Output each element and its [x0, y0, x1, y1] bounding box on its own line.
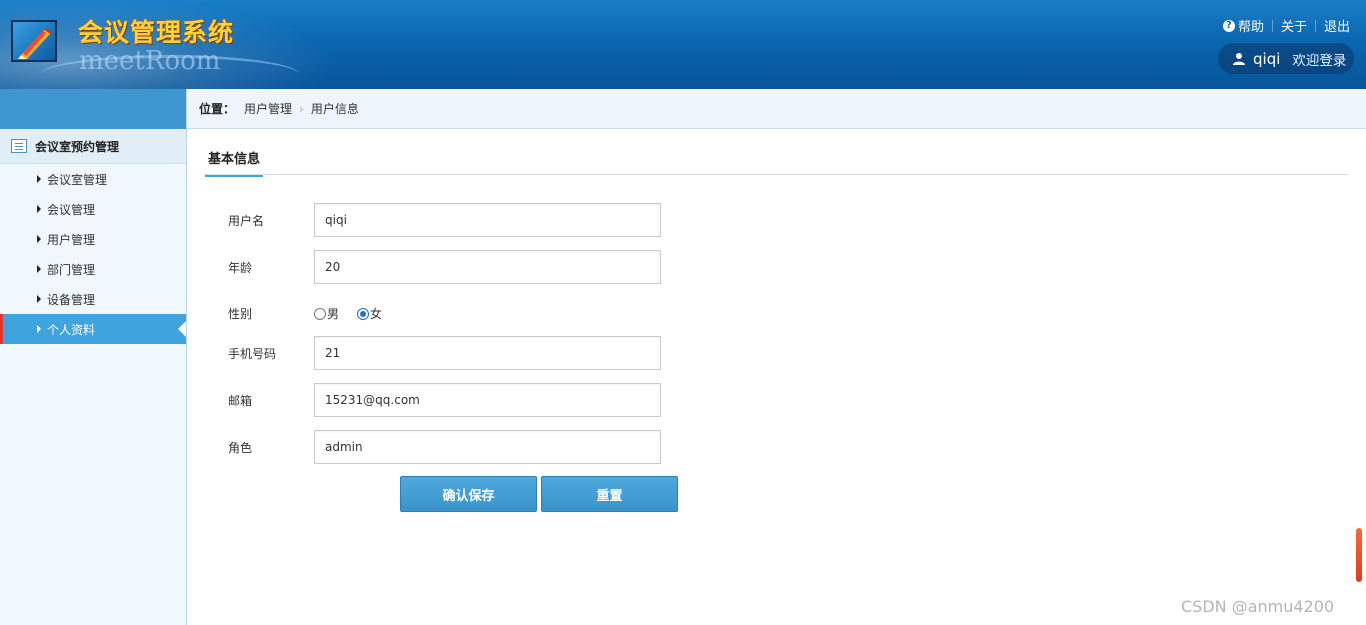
divider [1314, 19, 1316, 32]
caret-right-icon [37, 235, 41, 243]
phone-label: 手机号码 [228, 346, 277, 361]
save-button[interactable]: 确认保存 [400, 476, 537, 512]
age-input[interactable] [314, 250, 661, 284]
username-input[interactable] [314, 203, 661, 237]
sidebar-item-label: 部门管理 [47, 262, 96, 277]
sidebar-item-label: 会议室管理 [47, 172, 108, 187]
form-row-age: 年龄 [228, 250, 661, 284]
scroll-indicator[interactable] [1356, 528, 1362, 582]
main-content: 基本信息 用户名 年龄 性别 男 女 手机号码 邮箱 角色 确认保存 重置 [187, 129, 1366, 625]
form-row-gender: 性别 男 女 [228, 305, 382, 322]
sidebar-item-user-management[interactable]: 用户管理 [0, 224, 186, 254]
username-label: 用户名 [228, 213, 265, 228]
sidebar: 会议室预约管理 会议室管理 会议管理 用户管理 部门管理 设备管理 个人资料 [0, 89, 187, 625]
divider [205, 174, 1349, 175]
gender-label: 性别 [228, 307, 253, 321]
top-links: ? 帮助 关于 退出 [1222, 16, 1350, 35]
role-input[interactable] [314, 430, 661, 464]
sidebar-item-profile[interactable]: 个人资料 [0, 314, 186, 344]
welcome-text: 欢迎登录 [1292, 52, 1347, 69]
gender-option-label: 男 [327, 307, 340, 321]
gender-radio-group: 男 女 [314, 305, 382, 322]
gender-option-label: 女 [370, 307, 383, 321]
user-badge: qiqi 欢迎登录 [1218, 43, 1354, 74]
user-icon [1233, 52, 1245, 65]
caret-right-icon [37, 325, 41, 333]
sidebar-item-label: 用户管理 [47, 232, 96, 247]
breadcrumb-separator: › [299, 101, 304, 116]
email-label: 邮箱 [228, 393, 253, 408]
sidebar-group-meeting-booking[interactable]: 会议室预约管理 [0, 129, 186, 164]
help-icon: ? [1222, 19, 1235, 32]
breadcrumb-item[interactable]: 用户信息 [311, 100, 359, 117]
sidebar-item-label: 设备管理 [47, 292, 96, 307]
breadcrumb: 位置： 用户管理 › 用户信息 [187, 89, 1366, 129]
help-link[interactable]: ? 帮助 [1222, 16, 1264, 35]
sidebar-item-label: 会议管理 [47, 202, 96, 217]
breadcrumb-label: 位置： [199, 102, 236, 116]
about-link[interactable]: 关于 [1281, 16, 1307, 35]
caret-right-icon [37, 265, 41, 273]
sidebar-item-room-management[interactable]: 会议室管理 [0, 164, 186, 194]
sidebar-header-bar [0, 89, 186, 129]
username-display: qiqi [1253, 49, 1281, 68]
pen-logo-icon [18, 28, 52, 59]
age-label: 年龄 [228, 260, 253, 275]
sidebar-item-equipment-management[interactable]: 设备管理 [0, 284, 186, 314]
tab-basic-info[interactable]: 基本信息 [205, 148, 264, 177]
caret-right-icon [37, 175, 41, 183]
gender-radio-male[interactable] [314, 307, 326, 320]
logout-link[interactable]: 退出 [1324, 16, 1350, 35]
role-label: 角色 [228, 440, 253, 455]
form-row-email: 邮箱 [228, 383, 661, 417]
sidebar-item-department-management[interactable]: 部门管理 [0, 254, 186, 284]
help-label: 帮助 [1237, 20, 1264, 35]
app-subtitle: meetRoom [79, 46, 221, 76]
form-row-username: 用户名 [228, 203, 661, 237]
form-row-phone: 手机号码 [228, 336, 661, 370]
breadcrumb-item[interactable]: 用户管理 [244, 100, 292, 117]
sidebar-group-label: 会议室预约管理 [35, 139, 120, 154]
phone-input[interactable] [314, 336, 661, 370]
top-header: 会议管理系统 meetRoom ? 帮助 关于 退出 qiqi 欢迎登录 [0, 0, 1366, 89]
reset-button[interactable]: 重置 [541, 476, 678, 512]
divider [1271, 19, 1273, 32]
app-logo [11, 20, 57, 62]
sidebar-item-meeting-management[interactable]: 会议管理 [0, 194, 186, 224]
sidebar-item-label: 个人资料 [47, 322, 96, 337]
email-input[interactable] [314, 383, 661, 417]
app-title: 会议管理系统 [78, 18, 235, 47]
caret-right-icon [37, 295, 41, 303]
form-row-role: 角色 [228, 430, 661, 464]
list-icon [11, 139, 27, 153]
caret-right-icon [37, 205, 41, 213]
watermark: CSDN @anmu4200 [1181, 597, 1335, 616]
gender-radio-female[interactable] [357, 307, 370, 320]
